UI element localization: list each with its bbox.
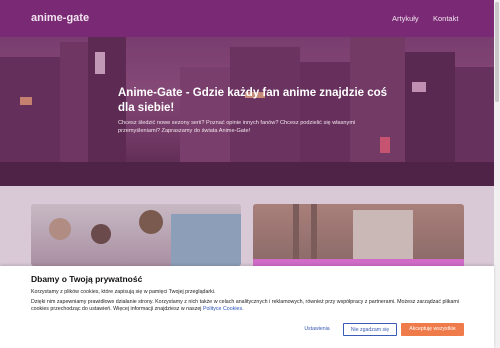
site-logo[interactable]: anime-gate <box>31 12 89 24</box>
cookie-text-line2: Dzięki nim zapewniamy prawidłowe działan… <box>31 299 459 312</box>
cookie-text: Dzięki nim zapewniamy prawidłowe działan… <box>31 299 459 312</box>
hero-banner: Anime-Gate - Gdzie każdy fan anime znajd… <box>0 37 494 186</box>
article-card[interactable] <box>253 204 464 266</box>
scrollbar-thumb[interactable] <box>495 2 499 102</box>
nav-link-articles[interactable]: Artykuły <box>392 14 419 23</box>
window-photo <box>171 214 241 266</box>
cookie-policy-link[interactable]: Polityce Cookies <box>203 306 242 312</box>
top-nav: anime-gate Artykuły Kontakt <box>0 0 494 37</box>
person-photo <box>91 224 111 244</box>
wall-slat <box>293 204 299 266</box>
cookie-settings-button[interactable]: Ustawienia <box>296 323 338 336</box>
nav-link-contact[interactable]: Kontakt <box>433 14 458 23</box>
cookie-accept-all-button[interactable]: Akceptuję wszystkie <box>401 323 464 336</box>
wall-slat <box>311 204 317 266</box>
cookie-text-line1: Korzystamy z plików cookies, które zapis… <box>31 289 216 295</box>
hero-subtitle: Chcesz śledzić nowe sezony serii? Poznać… <box>118 120 356 134</box>
hero-title: Anime-Gate - Gdzie każdy fan anime znajd… <box>118 87 388 114</box>
cookie-consent-banner: Dbamy o Twoją prywatność Korzystamy z pl… <box>0 266 494 348</box>
cookie-title: Dbamy o Twoją prywatność <box>31 274 143 284</box>
page-scrollbar[interactable] <box>494 0 500 348</box>
cookie-reject-button[interactable]: Nie zgadzam się <box>343 323 397 336</box>
card-accent-strip <box>253 259 464 266</box>
door-photo <box>353 210 413 260</box>
person-photo <box>49 218 71 240</box>
article-card[interactable] <box>31 204 241 266</box>
person-photo <box>139 210 163 234</box>
